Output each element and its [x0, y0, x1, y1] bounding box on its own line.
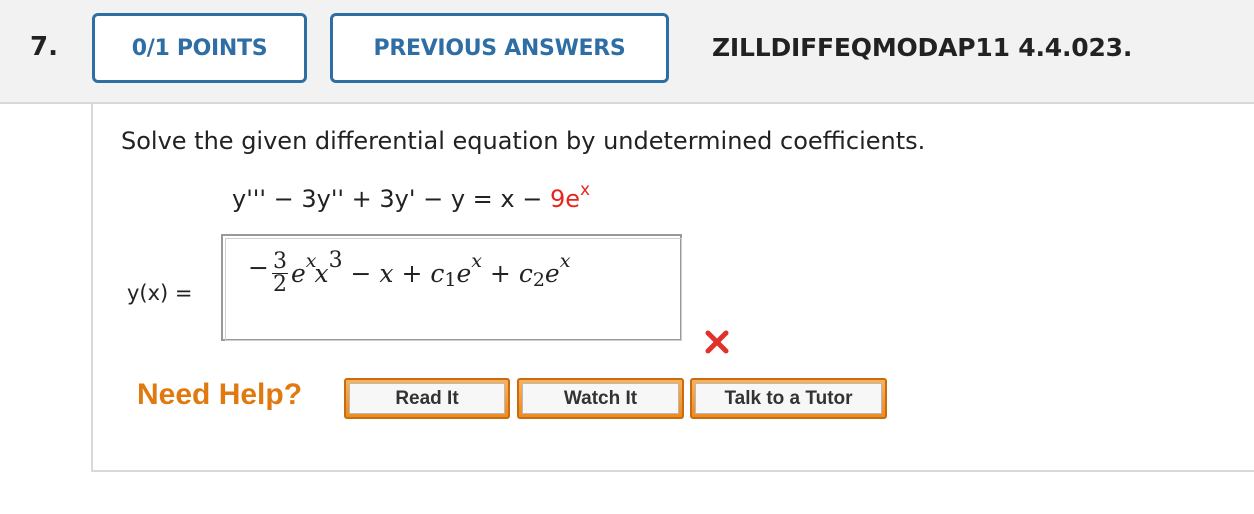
fraction: 32: [271, 249, 288, 297]
question-header: 7. 0/1 POINTS PREVIOUS ANSWERS ZILLDIFFE…: [0, 0, 1254, 104]
question-prompt: Solve the given differential equation by…: [121, 127, 926, 155]
answer-expression: −3 2 exx3 − x + c1ex + c2ex: [248, 247, 571, 297]
answer-field-inner: −3 2 exx3 − x + c1ex + c2ex: [225, 238, 682, 341]
answer-field[interactable]: −3 2 exx3 − x + c1ex + c2ex: [221, 234, 682, 341]
incorrect-x-icon: [705, 330, 729, 354]
previous-answers-button[interactable]: PREVIOUS ANSWERS: [330, 13, 669, 83]
talk-to-tutor-button[interactable]: Talk to a Tutor: [690, 378, 887, 419]
equation-red-term: 9ex: [549, 180, 591, 213]
watch-it-button[interactable]: Watch It: [517, 378, 684, 419]
points-button[interactable]: 0/1 POINTS: [92, 13, 307, 83]
equation-lhs: y''' − 3y'' + 3y' − y = x −: [232, 185, 550, 213]
read-it-label: Read It: [349, 383, 505, 414]
read-it-button[interactable]: Read It: [344, 378, 510, 419]
question-number: 7.: [30, 32, 58, 62]
problem-id: ZILLDIFFEQMODAP11 4.4.023.: [712, 33, 1133, 62]
differential-equation: y''' − 3y'' + 3y' − y = x − 9ex: [232, 180, 591, 213]
need-help-label: Need Help?: [137, 378, 303, 411]
talk-to-tutor-label: Talk to a Tutor: [695, 383, 882, 414]
watch-it-label: Watch It: [522, 383, 679, 414]
answer-label: y(x) =: [127, 281, 193, 305]
